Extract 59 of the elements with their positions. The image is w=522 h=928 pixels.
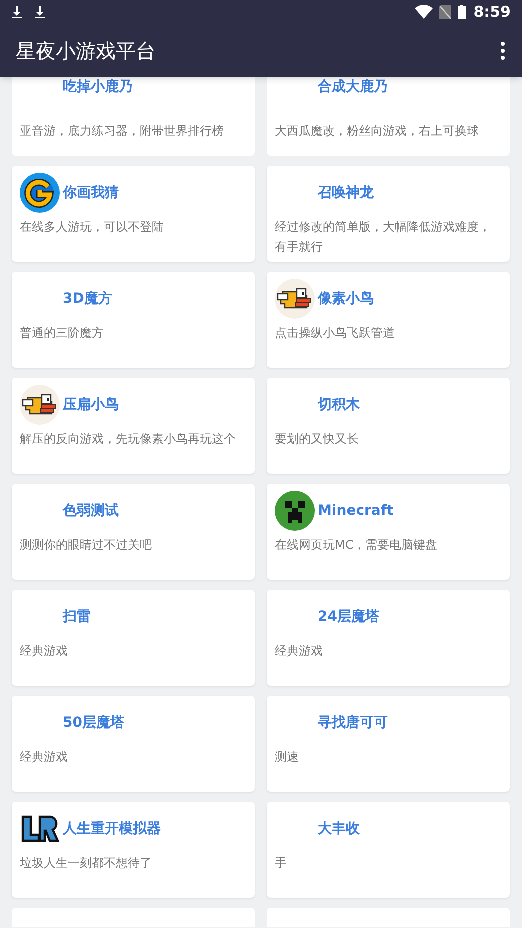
game-card[interactable]: 大丰收 手 [267, 802, 510, 898]
game-title: 50层魔塔 [63, 714, 124, 732]
game-card[interactable]: Minecraft 在线网页玩MC，需要电脑键盘 [267, 484, 510, 580]
game-description: 在线多人游玩，可以不登陆 [20, 219, 165, 236]
game-card[interactable]: 合成大鹿乃 大西瓜魔改，粉丝向游戏，右上可换球 [267, 77, 510, 156]
g-logo-icon [20, 173, 60, 213]
game-title: 寻找唐可可 [318, 714, 388, 732]
game-card[interactable]: 压扁小鸟 解压的反向游戏，先玩像素小鸟再玩这个 [12, 378, 255, 474]
game-card[interactable]: 3D魔方 普通的三阶魔方 [12, 272, 255, 368]
game-card[interactable]: 24层魔塔 经典游戏 [267, 590, 510, 686]
game-description: 点击操纵小鸟飞跃管道 [275, 325, 396, 342]
game-title: 你画我猜 [63, 184, 119, 202]
app-title: 星夜小游戏平台 [16, 38, 157, 64]
game-description: 在线网页玩MC，需要电脑键盘 [275, 537, 439, 554]
download-icon [33, 5, 47, 19]
game-title: 24层魔塔 [318, 608, 380, 626]
bird-icon [275, 279, 315, 319]
game-title: 压扁小鸟 [63, 396, 119, 414]
game-title: 吃掉小鹿乃 [63, 78, 133, 96]
game-title: 像素小鸟 [318, 290, 374, 308]
game-description: 大西瓜魔改，粉丝向游戏，右上可换球 [275, 123, 480, 140]
game-card[interactable]: 色弱测试 测测你的眼睛过不过关吧 [12, 484, 255, 580]
game-title: 扫雷 [63, 608, 91, 626]
game-title: 切积木 [318, 396, 360, 414]
game-title: Minecraft [318, 502, 394, 520]
game-card[interactable]: 切积木 要划的又快又长 [267, 378, 510, 474]
game-card[interactable]: 吃掉小鹿乃 亚音游，底力练习器，附带世界排行榜 [12, 77, 255, 156]
game-description: 经典游戏 [275, 643, 324, 660]
game-title: 合成大鹿乃 [318, 78, 388, 96]
no-sim-icon [438, 5, 451, 19]
game-card[interactable]: 扫雷 经典游戏 [12, 590, 255, 686]
game-description: 普通的三阶魔方 [20, 325, 105, 342]
game-title: 召唤神龙 [318, 184, 374, 202]
game-description: 测测你的眼睛过不过关吧 [20, 537, 153, 554]
game-title: 人生重开模拟器 [63, 820, 161, 838]
bird-icon [20, 385, 60, 425]
game-title: 大丰收 [318, 820, 360, 838]
creeper-icon [275, 491, 315, 531]
wifi-icon [414, 5, 433, 19]
game-description: 垃圾人生一刻都不想待了 [20, 855, 153, 872]
game-description: 经过修改的简单版，大幅降低游戏难度，有手就行 [275, 219, 492, 256]
game-description: 测速 [275, 749, 300, 766]
game-card[interactable]: 寻找唐可可 测速 [267, 696, 510, 792]
download-icon [10, 5, 24, 19]
battery-icon [458, 5, 466, 19]
game-card[interactable]: 你画我猜 在线多人游玩，可以不登陆 [12, 166, 255, 262]
game-description: 要划的又快又长 [275, 431, 360, 448]
game-description: 亚音游，底力练习器，附带世界排行榜 [20, 123, 225, 140]
game-description: 解压的反向游戏，先玩像素小鸟再玩这个 [20, 431, 237, 448]
clock: 8:59 [474, 2, 511, 23]
game-card[interactable]: 人生重开模拟器 垃圾人生一刻都不想待了 [12, 802, 255, 898]
game-title: 色弱测试 [63, 502, 119, 520]
game-title: 3D魔方 [63, 290, 112, 308]
game-description: 手 [275, 855, 288, 872]
game-card[interactable]: 召唤神龙 经过修改的简单版，大幅降低游戏难度，有手就行 [267, 166, 510, 262]
game-description: 经典游戏 [20, 643, 69, 660]
game-card[interactable]: 50层魔塔 经典游戏 [12, 696, 255, 792]
game-card[interactable]: 像素小鸟 点击操纵小鸟飞跃管道 [267, 272, 510, 368]
game-description: 经典游戏 [20, 749, 69, 766]
